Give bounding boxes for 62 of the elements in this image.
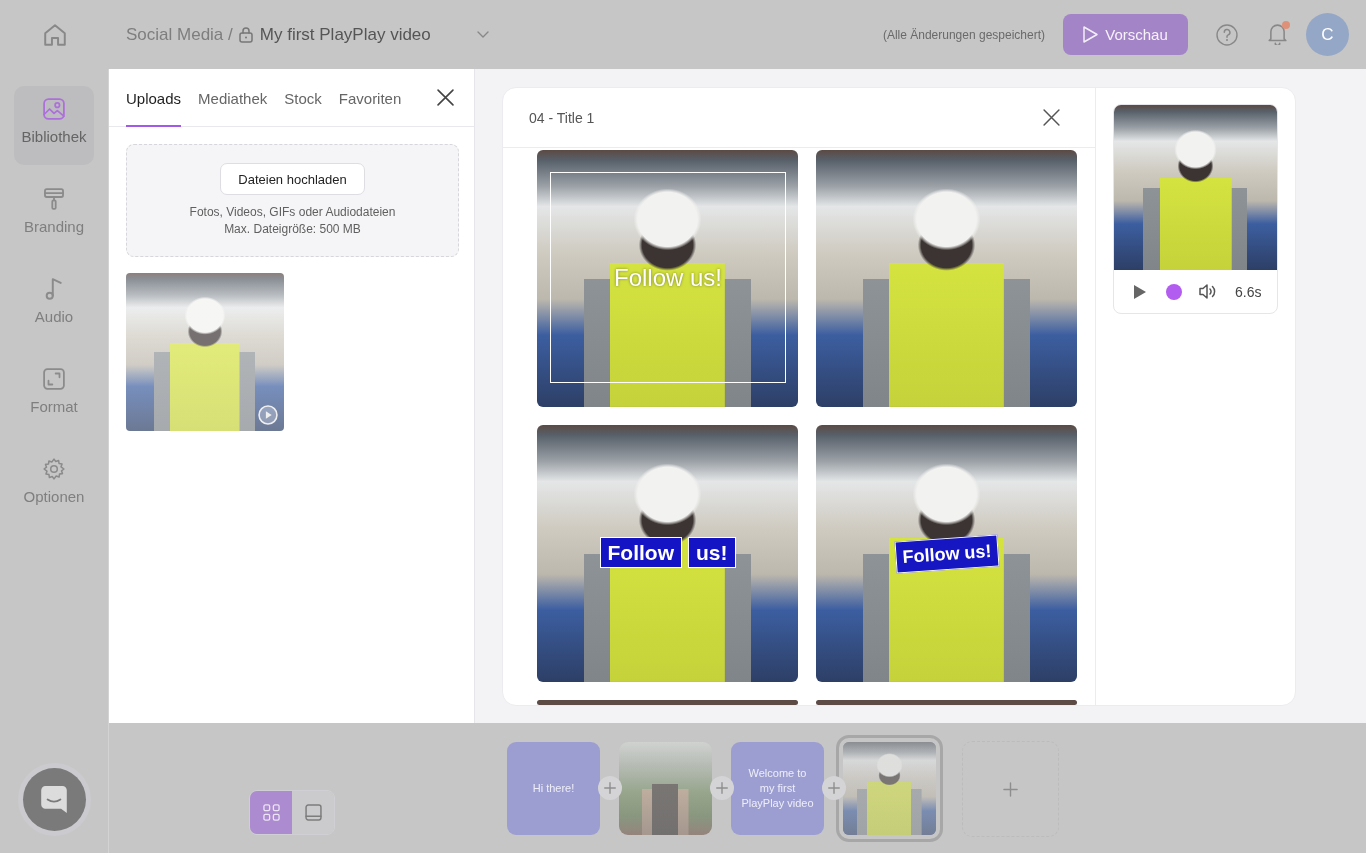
breadcrumb-link[interactable]: Social Media / [126,24,233,45]
speaker-icon[interactable] [1199,284,1216,299]
sidebar-item[interactable]: Audio [14,266,94,345]
save-status: (Alle Änderungen gespeichert) [882,27,1045,42]
text-scene-card[interactable]: Welcome to my first PlayPlay video [731,742,824,835]
card-title: 04 - Title 1 [529,109,595,126]
library-tab[interactable]: Favoriten [338,69,402,127]
video-thumbnail[interactable] [816,700,1077,705]
preview-button[interactable]: Vorschau [1063,14,1188,55]
sidebar-item[interactable]: Optionen [14,446,94,525]
video-thumbnail[interactable] [537,700,798,705]
text-scene-card[interactable]: Hi there! [507,742,600,835]
title-text: Follow us! [613,263,722,292]
video-thumbnail[interactable] [126,273,284,431]
help-icon[interactable] [1216,23,1238,46]
chevron-down-icon[interactable] [476,31,489,38]
upload-hint: Max. Dateigröße: 500 MB [224,221,361,238]
video-thumbnail[interactable]: Follow us! [816,425,1077,682]
plus-icon [603,782,616,794]
music-note-icon [43,278,65,300]
view-toggle-button[interactable] [250,791,292,834]
grid-icon [262,804,280,821]
sidebar-item[interactable]: Branding [14,176,94,255]
video-thumbnail[interactable] [816,150,1077,407]
title-text: Follow us! [894,534,999,574]
project-title: My first PlayPlay video [259,24,431,45]
tablet-icon [304,804,322,821]
add-scene-button[interactable] [962,741,1059,837]
library-tab[interactable]: Uploads [126,69,182,127]
paint-roller-icon [43,188,65,210]
close-icon[interactable] [1043,109,1060,126]
play-icon [1083,26,1099,43]
user-avatar[interactable]: C [1306,13,1349,56]
upload-hint: Fotos, Videos, GIFs oder Audiodateien [189,204,396,221]
title-word: Follow [599,537,682,568]
dot-icon[interactable] [1166,283,1182,300]
upload-button[interactable]: Dateien hochladen [220,163,365,195]
resize-icon [43,368,65,390]
chat-icon [41,786,67,813]
sidebar-item[interactable]: Format [14,356,94,435]
video-thumbnail[interactable]: Follow us! [537,150,798,407]
video-scene-thumbnail[interactable] [836,735,943,842]
title-word: us! [688,537,736,568]
play-circle-icon [258,405,278,425]
play-icon[interactable] [1134,284,1146,299]
plus-icon [1003,781,1018,797]
library-tab[interactable]: Mediathek [198,69,268,127]
lock-icon [238,26,253,43]
video-thumbnail[interactable]: Follow us! [537,425,798,682]
plus-icon [827,782,840,794]
sidebar-item[interactable]: Bibliothek [14,86,94,165]
library-tab[interactable]: Stock [284,69,322,127]
video-scene-thumbnail[interactable] [619,742,712,835]
plus-icon [715,782,728,794]
upload-dropzone[interactable]: Dateien hochladen Fotos, Videos, GIFs oder Audiodateien Max. Dateigröße: 500 MB [126,144,459,257]
duration-label: 6.6s [1235,283,1262,300]
image-icon [43,98,65,120]
bell-icon[interactable] [1268,24,1287,45]
gear-icon [43,458,65,480]
home-icon[interactable] [43,23,66,46]
view-toggle-button[interactable] [292,791,334,834]
close-icon[interactable] [437,89,454,106]
